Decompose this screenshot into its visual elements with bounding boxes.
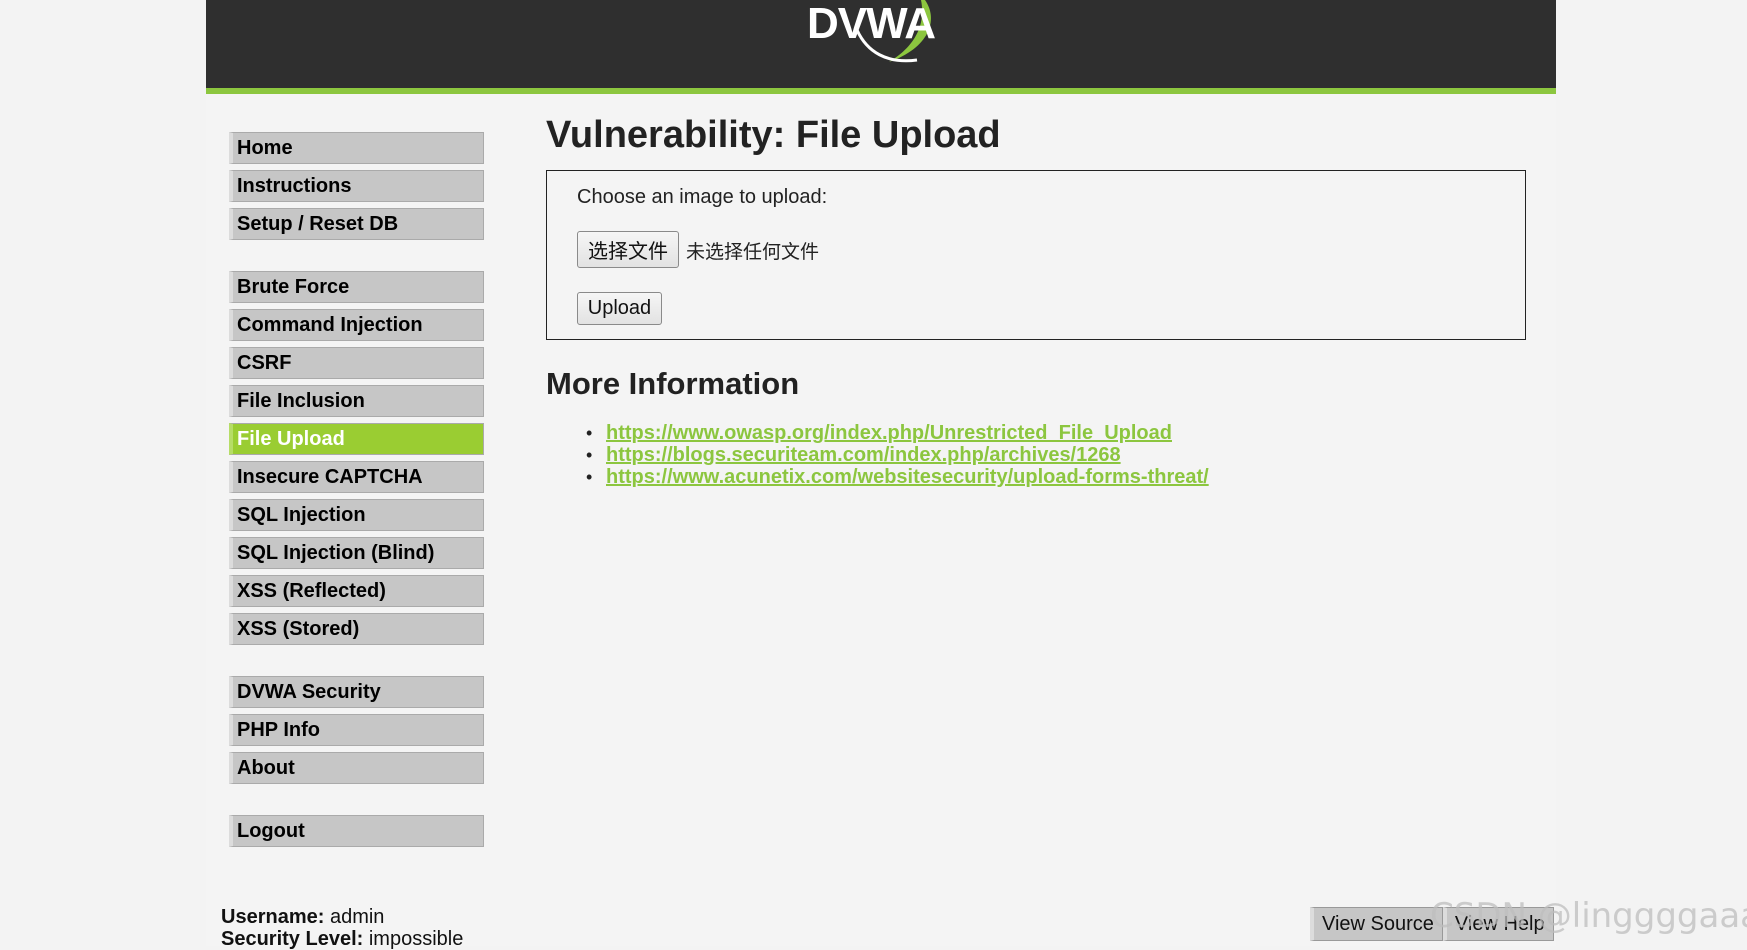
sidebar-item-php-info[interactable]: PHP Info (229, 714, 484, 746)
username-row: Username: admin (221, 906, 463, 928)
bullet-icon: • (586, 467, 593, 487)
sidebar-item-insecure-captcha[interactable]: Insecure CAPTCHA (229, 461, 484, 493)
page-title: Vulnerability: File Upload (546, 114, 1001, 156)
menu-group: Logout (229, 815, 484, 847)
security-level-label: Security Level: (221, 928, 364, 950)
sidebar-item-about[interactable]: About (229, 752, 484, 784)
sidebar-item-sql-injection[interactable]: SQL Injection (229, 499, 484, 531)
sidebar-item-file-inclusion[interactable]: File Inclusion (229, 385, 484, 417)
view-source-button[interactable]: View Source (1310, 907, 1443, 941)
bullet-icon: • (586, 445, 593, 465)
list-item: • https://www.acunetix.com/websitesecuri… (586, 466, 1526, 488)
view-help-button[interactable]: View Help (1442, 907, 1554, 941)
sidebar-item-csrf[interactable]: CSRF (229, 347, 484, 379)
sidebar-item-logout[interactable]: Logout (229, 815, 484, 847)
upload-prompt-label: Choose an image to upload: (577, 186, 828, 208)
menu-group: Brute Force Command Injection CSRF File Inc… (229, 271, 484, 645)
upload-button[interactable]: Upload (577, 292, 662, 325)
sidebar-menu: Home Instructions Setup / Reset DB Brute Fo… (229, 132, 484, 878)
owasp-link[interactable]: https://www.owasp.org/index.php/Unrestri… (606, 422, 1172, 444)
acunetix-link[interactable]: https://www.acunetix.com/websitesecurity… (606, 466, 1209, 488)
sidebar-item-file-upload[interactable]: File Upload (229, 423, 484, 455)
username-value: admin (329, 906, 385, 928)
sidebar-item-sql-injection-blind[interactable]: SQL Injection (Blind) (229, 537, 484, 569)
bullet-icon: • (586, 423, 593, 443)
security-level-row: Security Level: impossible (221, 928, 463, 950)
header: DVWA (206, 0, 1556, 94)
more-information-heading: More Information (546, 366, 800, 401)
file-status-text: 未选择任何文件 (686, 241, 820, 263)
security-level-value: impossible (368, 928, 464, 950)
logo-text: DVWA (807, 0, 936, 48)
securiteam-link[interactable]: https://blogs.securiteam.com/index.php/a… (606, 444, 1121, 466)
sidebar-item-xss-reflected[interactable]: XSS (Reflected) (229, 575, 484, 607)
menu-group: DVWA Security PHP Info About (229, 676, 484, 784)
sidebar-item-instructions[interactable]: Instructions (229, 170, 484, 202)
sidebar-item-xss-stored[interactable]: XSS (Stored) (229, 613, 484, 645)
dvwa-logo[interactable]: DVWA (797, 0, 977, 72)
sidebar-item-home[interactable]: Home (229, 132, 484, 164)
more-info-link-list: • https://www.owasp.org/index.php/Unrest… (546, 422, 1526, 488)
sidebar-item-dvwa-security[interactable]: DVWA Security (229, 676, 484, 708)
sidebar-item-brute-force[interactable]: Brute Force (229, 271, 484, 303)
footer-buttons: View Source View Help (1310, 907, 1554, 941)
list-item: • https://blogs.securiteam.com/index.php… (586, 444, 1526, 466)
page-container: DVWA Home Instructions Setup / Reset DB Bru… (206, 0, 1556, 950)
list-item: • https://www.owasp.org/index.php/Unrest… (586, 422, 1526, 444)
menu-group: Home Instructions Setup / Reset DB (229, 132, 484, 240)
user-info: Username: admin Security Level: impossib… (221, 906, 463, 950)
choose-file-button[interactable]: 选择文件 (577, 231, 679, 268)
sidebar-item-setup-reset-db[interactable]: Setup / Reset DB (229, 208, 484, 240)
sidebar-item-command-injection[interactable]: Command Injection (229, 309, 484, 341)
main-content: Vulnerability: File Upload Choose an ima… (546, 110, 1526, 488)
upload-form: Choose an image to upload: 选择文件 未选择任何文件 … (546, 170, 1526, 340)
username-label: Username: (221, 906, 325, 928)
